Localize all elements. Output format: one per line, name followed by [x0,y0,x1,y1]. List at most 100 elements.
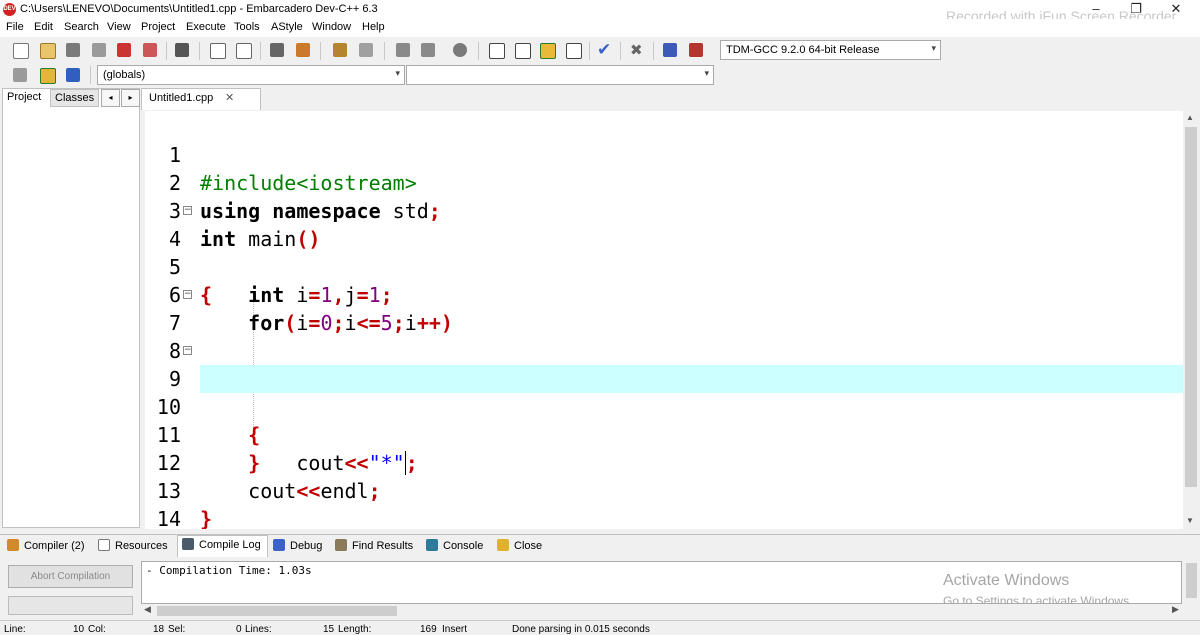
save-icon[interactable] [66,43,80,57]
toolbar-separator [653,42,654,60]
indent-icon[interactable] [270,43,284,57]
redo-icon[interactable] [359,43,373,57]
code-line: 9 − { [145,337,1183,448]
code-editor[interactable]: 1 #include<iostream> 2 using namespace s… [145,111,1183,529]
devcpp-app-icon[interactable]: DEV [3,3,16,16]
tab-project[interactable]: Project [3,89,46,107]
tabs-scroll-right-button[interactable]: ▸ [121,89,140,107]
code-line: 12 cout<<endl; [145,421,1183,503]
compiler-select[interactable]: TDM-GCC 9.2.0 64-bit Release ▾ [720,40,941,60]
tab-console[interactable]: Console [426,539,483,552]
tab-find-results[interactable]: Find Results [335,539,413,552]
delete-profile-icon[interactable] [689,43,703,57]
menu-execute[interactable]: Execute [186,21,226,33]
menu-file[interactable]: File [6,21,24,33]
code-line: 4 − { [145,197,1183,308]
menu-window[interactable]: Window [312,21,351,33]
stop-execution-icon[interactable]: ✖ [630,41,643,59]
code-line: 15 } [145,505,1183,529]
code-line: 6 for(i=0;i<=5;i++) [145,253,1183,335]
tab-close-label: Close [514,540,543,552]
code-line: 8 for(j=0;j<=i;j++) [145,309,1183,391]
toolbar-separator [199,42,200,60]
debug-icon [273,539,285,551]
chevron-down-icon: ▾ [395,68,400,78]
minimize-button[interactable]: – [1076,0,1116,19]
scroll-up-icon[interactable]: ▲ [1186,113,1194,122]
toolbar-separator [90,66,91,84]
log-horizontal-scroll-thumb[interactable] [157,606,397,616]
open-file-icon[interactable] [40,43,56,59]
toolbar-separator [166,42,167,60]
tab-resources[interactable]: Resources [98,539,168,552]
tab-compiler-label: Compiler (2) [24,540,85,552]
toggle-icon[interactable] [66,68,80,82]
menu-view[interactable]: View [107,21,131,33]
close-window-button[interactable]: ✕ [1156,0,1196,19]
insert-icon[interactable] [40,68,56,84]
save-all-icon[interactable] [92,43,106,57]
toolbar-separator [320,42,321,60]
compile-icon[interactable] [489,43,505,59]
code-line: 5 int i=1,j=1; [145,225,1183,307]
tab-console-label: Console [443,540,484,552]
run-icon[interactable] [515,43,531,59]
current-line-highlight [200,365,1183,393]
compiler-select-value: TDM-GCC 9.2.0 64-bit Release [726,44,880,56]
syntax-check-icon[interactable]: ✔ [597,40,611,60]
tab-classes[interactable]: Classes [50,89,100,107]
find-icon[interactable] [210,43,226,59]
tab-debug[interactable]: Debug [273,539,322,552]
tab-compile-log[interactable]: Compile Log [182,538,261,551]
menu-help[interactable]: Help [362,21,385,33]
menu-project[interactable]: Project [141,21,175,33]
fold-toggle-icon[interactable]: − [183,346,192,355]
tab-untitled1[interactable]: Untitled1.cpp ✕ [141,88,261,110]
new-class-icon[interactable] [13,68,27,82]
scroll-down-icon[interactable]: ▼ [1186,516,1194,525]
resources-icon [98,539,110,551]
undo-icon[interactable] [333,43,347,57]
project-browser-pane [2,88,140,528]
goto-line-icon[interactable] [453,43,467,57]
compiler-icon [7,539,19,551]
scroll-right-icon[interactable]: ▶ [1172,604,1179,615]
rebuild-all-icon[interactable] [566,43,582,59]
close-tab-icon[interactable]: ✕ [225,91,234,104]
tab-close[interactable]: Close [497,539,542,552]
tab-find-results-label: Find Results [352,540,414,552]
activate-windows-title: Activate Windows [943,572,1070,589]
bookmark-next-icon[interactable] [421,43,435,57]
chevron-down-icon: ▾ [931,43,936,53]
menu-tools[interactable]: Tools [234,21,260,33]
replace-icon[interactable] [236,43,252,59]
maximize-button[interactable]: ❐ [1116,0,1156,19]
new-file-icon[interactable] [13,43,29,59]
fold-toggle-icon[interactable]: − [183,290,192,299]
tab-debug-label: Debug [290,540,323,552]
close-all-icon[interactable] [143,43,157,57]
profile-chart-icon[interactable] [663,43,677,57]
menu-astyle[interactable]: AStyle [271,21,303,33]
compile-progress-bar [8,596,133,615]
log-scroll-thumb[interactable] [1186,563,1197,598]
globals-select[interactable]: (globals) ▾ [97,65,405,85]
find-results-icon [335,539,347,551]
toolbar-separator [384,42,385,60]
bookmark-prev-icon[interactable] [396,43,410,57]
abort-compilation-button[interactable]: Abort Compilation [8,565,133,588]
menu-edit[interactable]: Edit [34,21,53,33]
close-file-icon[interactable] [117,43,131,57]
print-icon[interactable] [175,43,189,57]
tab-compiler[interactable]: Compiler (2) [7,539,85,552]
tab-compile-log-label: Compile Log [199,539,261,551]
members-select[interactable]: ▾ [406,65,714,85]
tabs-scroll-left-button[interactable]: ◂ [101,89,120,107]
toolbar-separator [478,42,479,60]
menu-search[interactable]: Search [64,21,99,33]
scroll-left-icon[interactable]: ◀ [144,604,151,615]
fold-toggle-icon[interactable]: − [183,206,192,215]
unindent-icon[interactable] [296,43,310,57]
compile-run-icon[interactable] [540,43,556,59]
editor-scroll-thumb[interactable] [1185,127,1197,487]
